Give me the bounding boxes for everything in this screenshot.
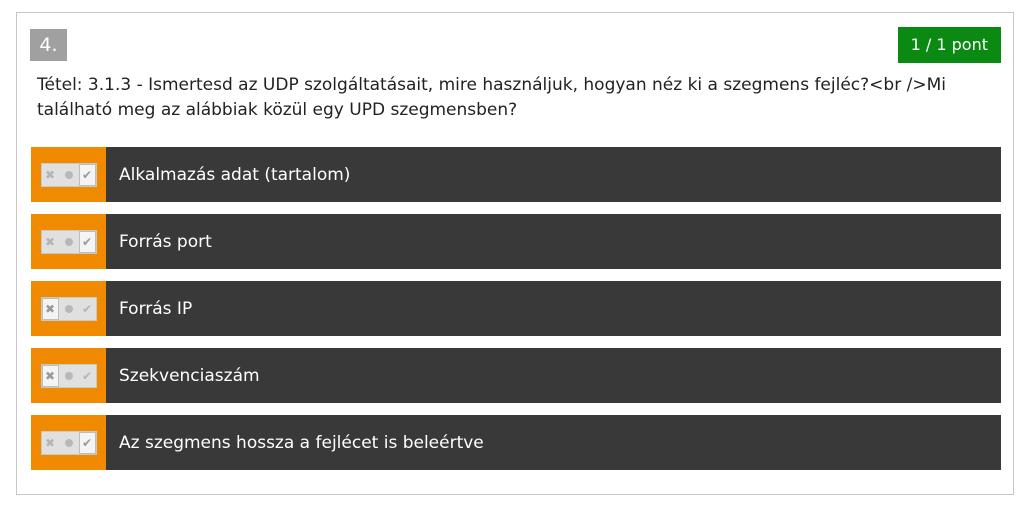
true-false-toggle[interactable]: ✖ ✔ [40, 162, 97, 187]
toggle-cell: ✖ ✔ [31, 281, 106, 336]
option-label: Szekvenciaszám [119, 365, 260, 386]
option-label: Forrás port [119, 231, 212, 252]
check-icon[interactable]: ✔ [78, 431, 96, 454]
x-icon[interactable]: ✖ [42, 164, 59, 186]
check-icon[interactable]: ✔ [78, 230, 96, 253]
answer-option[interactable]: ✖ ✔ Szekvenciaszám [31, 348, 1001, 403]
toggle-cell: ✖ ✔ [31, 214, 106, 269]
toggle-cell: ✖ ✔ [31, 147, 106, 202]
toggle-cell: ✖ ✔ [31, 348, 106, 403]
dot-icon[interactable] [60, 432, 77, 454]
option-label: Forrás IP [119, 298, 193, 319]
answer-option[interactable]: ✖ ✔ Az szegmens hossza a fejlécet is bel… [31, 415, 1001, 470]
true-false-toggle[interactable]: ✖ ✔ [40, 363, 97, 388]
x-icon[interactable]: ✖ [42, 432, 59, 454]
question-card: 4. 1 / 1 pont Tétel: 3.1.3 - Ismertesd a… [16, 12, 1014, 495]
score-badge: 1 / 1 pont [897, 27, 1001, 63]
x-icon[interactable]: ✖ [41, 364, 59, 387]
toggle-cell: ✖ ✔ [31, 415, 106, 470]
answer-option[interactable]: ✖ ✔ Alkalmazás adat (tartalom) [31, 147, 1001, 202]
true-false-toggle[interactable]: ✖ ✔ [40, 296, 97, 321]
option-label: Az szegmens hossza a fejlécet is beleért… [119, 432, 484, 453]
dot-icon[interactable] [60, 365, 77, 387]
check-icon[interactable]: ✔ [78, 163, 96, 186]
option-label: Alkalmazás adat (tartalom) [119, 164, 351, 185]
dot-icon[interactable] [60, 164, 77, 186]
answer-option[interactable]: ✖ ✔ Forrás IP [31, 281, 1001, 336]
answer-option[interactable]: ✖ ✔ Forrás port [31, 214, 1001, 269]
dot-icon[interactable] [60, 231, 77, 253]
x-icon[interactable]: ✖ [41, 297, 59, 320]
check-icon[interactable]: ✔ [79, 298, 96, 320]
question-text: Tétel: 3.1.3 - Ismertesd az UDP szolgált… [37, 75, 946, 120]
answer-options: ✖ ✔ Alkalmazás adat (tartalom) ✖ ✔ Forrá… [31, 147, 1001, 482]
true-false-toggle[interactable]: ✖ ✔ [40, 229, 97, 254]
check-icon[interactable]: ✔ [79, 365, 96, 387]
question-number: 4. [30, 29, 67, 61]
dot-icon[interactable] [60, 298, 77, 320]
x-icon[interactable]: ✖ [42, 231, 59, 253]
true-false-toggle[interactable]: ✖ ✔ [40, 430, 97, 455]
